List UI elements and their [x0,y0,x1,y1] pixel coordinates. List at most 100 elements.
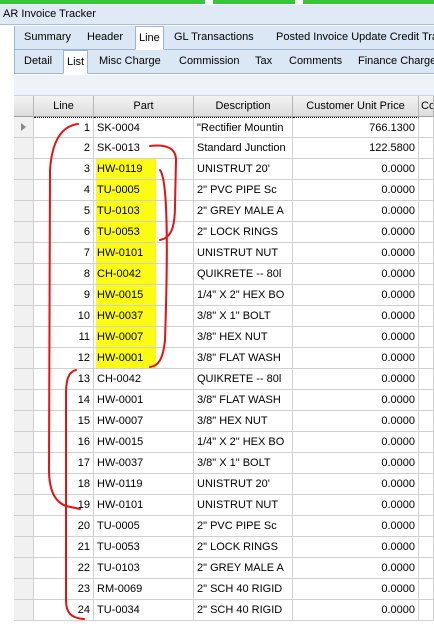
cell-customer-unit-price[interactable]: 0.0000 [293,180,419,201]
cell-customer-unit-price[interactable]: 0.0000 [293,222,419,243]
cell-description[interactable]: UNISTRUT 20' [194,474,293,495]
cell-line[interactable]: 18 [34,474,94,495]
cell-line[interactable]: 5 [34,201,94,222]
table-row[interactable]: 2 SK-0013 Standard Junction 122.5800 [14,138,434,159]
tab-tax[interactable]: Tax [255,50,272,73]
cell-line[interactable]: 7 [34,243,94,264]
row-selector[interactable] [14,600,34,621]
cell-part[interactable]: TU-0053 [94,222,194,243]
cell-description[interactable]: QUIKRETE -- 80l [194,369,293,390]
cell-description[interactable]: QUIKRETE -- 80l [194,264,293,285]
cell-co[interactable] [419,411,434,432]
table-row[interactable]: 6 TU-0053 2" LOCK RINGS 0.0000 [14,222,434,243]
cell-part[interactable]: RM-0069 [94,579,194,600]
cell-description[interactable]: 2" GREY MALE A [194,558,293,579]
table-row[interactable]: 23 RM-0069 2" SCH 40 RIGID 0.0000 [14,579,434,600]
cell-description[interactable]: UNISTRUT NUT [194,243,293,264]
cell-customer-unit-price[interactable]: 0.0000 [293,285,419,306]
cell-part[interactable]: TU-0005 [94,516,194,537]
table-row[interactable]: 8 CH-0042 QUIKRETE -- 80l 0.0000 [14,264,434,285]
row-selector[interactable] [14,516,34,537]
tab-misc-charge[interactable]: Misc Charge [99,50,161,73]
cell-part[interactable]: HW-0101 [94,243,194,264]
cell-co[interactable] [419,558,434,579]
cell-co[interactable] [419,306,434,327]
cell-line[interactable]: 13 [34,369,94,390]
cell-customer-unit-price[interactable]: 0.0000 [293,348,419,369]
cell-co[interactable] [419,243,434,264]
cell-part[interactable]: HW-0007 [94,327,194,348]
cell-co[interactable] [419,474,434,495]
table-row[interactable]: 17 HW-0037 3/8" X 1" BOLT 0.0000 [14,453,434,474]
cell-line[interactable]: 11 [34,327,94,348]
table-row[interactable]: 22 TU-0103 2" GREY MALE A 0.0000 [14,558,434,579]
table-row[interactable]: 14 HW-0001 3/8" FLAT WASH 0.0000 [14,390,434,411]
cell-part[interactable]: TU-0103 [94,558,194,579]
cell-part[interactable]: TU-0034 [94,600,194,621]
row-selector[interactable] [14,558,34,579]
row-selector[interactable] [14,537,34,558]
cell-part[interactable]: TU-0103 [94,201,194,222]
row-selector[interactable] [14,390,34,411]
table-row[interactable]: 10 HW-0037 3/8" X 1" BOLT 0.0000 [14,306,434,327]
row-selector[interactable] [14,579,34,600]
cell-part[interactable]: TU-0053 [94,537,194,558]
row-selector[interactable] [14,306,34,327]
table-row[interactable]: 11 HW-0007 3/8" HEX NUT 0.0000 [14,327,434,348]
cell-part[interactable]: TU-0005 [94,180,194,201]
cell-line[interactable]: 22 [34,558,94,579]
cell-part[interactable]: HW-0119 [94,159,194,180]
cell-co[interactable] [419,138,434,159]
cell-description[interactable]: 3/8" FLAT WASH [194,390,293,411]
cell-line[interactable]: 6 [34,222,94,243]
cell-part[interactable]: SK-0013 [94,138,194,159]
cell-line[interactable]: 9 [34,285,94,306]
cell-co[interactable] [419,159,434,180]
cell-customer-unit-price[interactable]: 122.5800 [293,138,419,159]
row-selector[interactable] [14,411,34,432]
cell-description[interactable]: UNISTRUT 20' [194,159,293,180]
cell-customer-unit-price[interactable]: 0.0000 [293,600,419,621]
cell-customer-unit-price[interactable]: 0.0000 [293,474,419,495]
cell-customer-unit-price[interactable]: 0.0000 [293,579,419,600]
cell-part[interactable]: HW-0101 [94,495,194,516]
cell-line[interactable]: 2 [34,138,94,159]
cell-description[interactable]: 2" PVC PIPE Sc [194,516,293,537]
cell-co[interactable] [419,537,434,558]
cell-customer-unit-price[interactable]: 0.0000 [293,243,419,264]
row-selector[interactable] [14,222,34,243]
cell-customer-unit-price[interactable]: 0.0000 [293,453,419,474]
cell-co[interactable] [419,369,434,390]
cell-description[interactable]: 3/8" HEX NUT [194,411,293,432]
table-row[interactable]: 12 HW-0001 3/8" FLAT WASH 0.0000 [14,348,434,369]
table-row[interactable]: 15 HW-0007 3/8" HEX NUT 0.0000 [14,411,434,432]
cell-customer-unit-price[interactable]: 0.0000 [293,537,419,558]
tab-finance-charge[interactable]: Finance Charge [358,50,434,73]
tab-header[interactable]: Header [87,26,123,49]
cell-customer-unit-price[interactable]: 0.0000 [293,369,419,390]
table-row[interactable]: 7 HW-0101 UNISTRUT NUT 0.0000 [14,243,434,264]
cell-description[interactable]: 3/8" HEX NUT [194,327,293,348]
cell-customer-unit-price[interactable]: 0.0000 [293,558,419,579]
cell-line[interactable]: 19 [34,495,94,516]
table-row[interactable]: 16 HW-0015 1/4" X 2" HEX BO 0.0000 [14,432,434,453]
cell-co[interactable] [419,222,434,243]
cell-part[interactable]: HW-0015 [94,432,194,453]
cell-part[interactable]: HW-0037 [94,306,194,327]
cell-co[interactable] [419,600,434,621]
column-header-description[interactable]: Description [194,96,293,117]
cell-part[interactable]: HW-0001 [94,390,194,411]
cell-part[interactable]: HW-0001 [94,348,194,369]
column-header-line[interactable]: Line [34,96,94,117]
cell-line[interactable]: 1 [34,117,94,138]
cell-co[interactable] [419,327,434,348]
cell-part[interactable]: HW-0119 [94,474,194,495]
cell-line[interactable]: 14 [34,390,94,411]
cell-description[interactable]: 2" SCH 40 RIGID [194,600,293,621]
row-selector[interactable] [14,138,34,159]
cell-description[interactable]: 2" PVC PIPE Sc [194,180,293,201]
column-header-co[interactable]: Co [419,96,434,117]
cell-co[interactable] [419,432,434,453]
row-selector[interactable] [14,201,34,222]
row-selector[interactable] [14,117,34,138]
